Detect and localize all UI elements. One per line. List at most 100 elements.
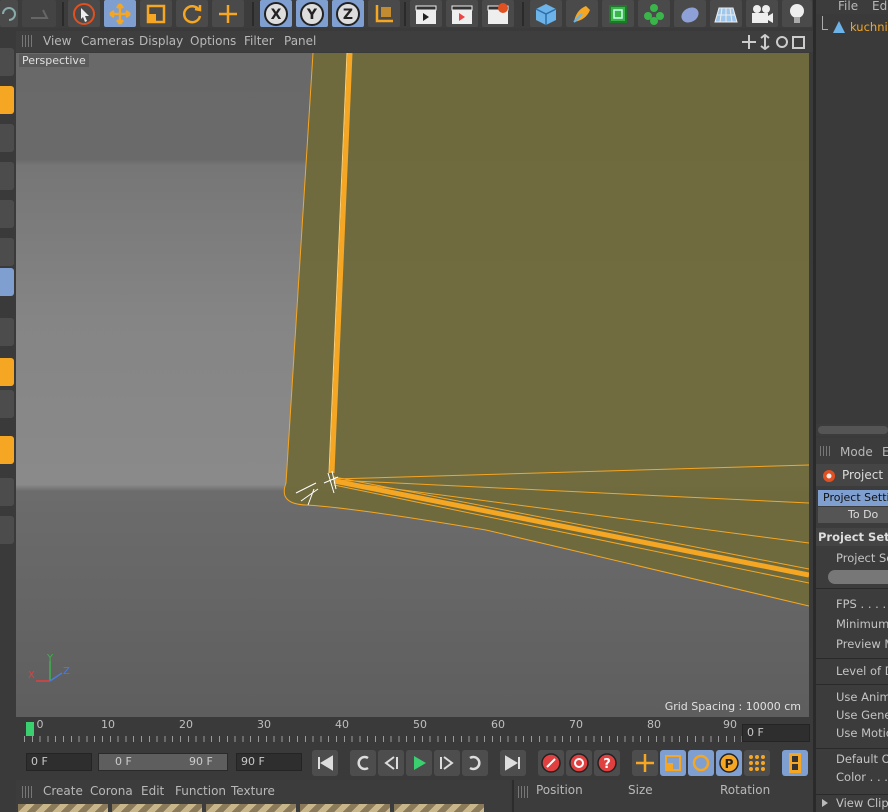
object-icon	[833, 21, 845, 33]
coordinate-system-button[interactable]	[368, 0, 400, 27]
prev-key-button[interactable]	[350, 750, 376, 776]
menu-panel[interactable]: Panel	[284, 31, 316, 51]
timeline-window-button[interactable]	[782, 750, 808, 776]
tab-project-settings[interactable]: Project Settin	[818, 490, 888, 506]
timeline-cursor[interactable]	[26, 722, 34, 736]
material-swatch[interactable]	[206, 804, 296, 812]
menu-display[interactable]: Display	[139, 31, 183, 51]
help-icon: ?	[597, 753, 617, 773]
timeline-tick: 40	[335, 718, 349, 731]
light-button[interactable]	[782, 0, 812, 27]
menu-filter[interactable]: Filter	[244, 31, 274, 51]
floor-button[interactable]	[710, 0, 742, 27]
locked-workplane-button[interactable]	[0, 436, 14, 464]
render-picture-viewer-button[interactable]	[446, 0, 478, 27]
project-scale-field[interactable]	[828, 570, 888, 584]
tweak-mode-button[interactable]	[0, 318, 14, 346]
range-right-label: 90 F	[189, 755, 213, 768]
key-position-button[interactable]	[632, 750, 658, 776]
timeline[interactable]: 0 10 20 30 40 50 60 70 80 90 0 F	[16, 718, 813, 746]
next-key-button[interactable]	[462, 750, 488, 776]
menu-texture[interactable]: Texture	[231, 781, 275, 801]
add-move-button[interactable]	[212, 0, 244, 27]
attr-row-view-clipping[interactable]: View Clippi	[836, 796, 888, 810]
material-swatch[interactable]	[394, 804, 484, 812]
horizontal-scrollbar[interactable]	[818, 426, 888, 434]
viewport[interactable]: Perspective Grid Spacing : 10000 cm Y X …	[16, 53, 809, 717]
goto-end-button[interactable]	[500, 750, 526, 776]
x-axis-button[interactable]: X	[260, 0, 292, 27]
next-frame-button[interactable]	[434, 750, 460, 776]
rotate-tool-button[interactable]	[176, 0, 208, 27]
cube-icon	[535, 3, 557, 25]
size-header: Size	[628, 783, 653, 797]
attr-divider	[816, 588, 888, 589]
axis-mode-button[interactable]	[0, 238, 14, 266]
move-tool-button[interactable]	[104, 0, 136, 27]
key-pla-button[interactable]	[744, 750, 770, 776]
x-axis-icon: X	[264, 1, 288, 26]
play-button[interactable]	[406, 750, 432, 776]
menu-create[interactable]: Create	[43, 781, 83, 801]
uv-mode-button[interactable]	[0, 200, 14, 228]
start-frame-field[interactable]: 0 F	[26, 753, 92, 771]
model-mode-button[interactable]	[0, 48, 14, 76]
goto-start-button[interactable]	[312, 750, 338, 776]
points-mode-button[interactable]	[0, 86, 14, 114]
y-axis-button[interactable]: Y	[296, 0, 328, 27]
menu-options[interactable]: Options	[190, 31, 236, 51]
key-scale-button[interactable]	[660, 750, 686, 776]
goto-end-icon	[505, 755, 520, 771]
undo-button[interactable]	[0, 0, 18, 27]
edges-mode-button[interactable]	[0, 124, 14, 152]
record-keys-button[interactable]	[538, 750, 564, 776]
soft-selection-button[interactable]	[0, 478, 14, 506]
deformer-button[interactable]	[674, 0, 706, 27]
key-rotation-button[interactable]	[688, 750, 714, 776]
material-swatch[interactable]	[18, 804, 108, 812]
scale-icon	[665, 755, 681, 771]
scale-tool-button[interactable]	[140, 0, 172, 27]
menu-function[interactable]: Function	[175, 781, 226, 801]
attr-row-level-of-detail: Level of D	[836, 664, 888, 678]
menu-mode[interactable]: Mode	[840, 442, 873, 462]
menu-view[interactable]: View	[43, 31, 71, 51]
pen-tool-button[interactable]	[566, 0, 598, 27]
camera-button[interactable]	[746, 0, 778, 27]
add-cube-button[interactable]	[530, 0, 562, 27]
workplane-button[interactable]	[0, 390, 14, 418]
subdivision-surface-button[interactable]	[602, 0, 634, 27]
polygons-mode-button[interactable]	[0, 162, 14, 190]
object-name[interactable]: kuchnia	[850, 20, 888, 34]
cloner-button[interactable]	[638, 0, 670, 27]
keyframe-selection-button[interactable]: ?	[594, 750, 620, 776]
redo-button[interactable]	[22, 0, 56, 27]
expand-arrow-icon[interactable]	[820, 798, 830, 808]
tab-todo[interactable]: To Do	[818, 507, 888, 523]
snap-button[interactable]	[0, 358, 14, 386]
menu-edit[interactable]: E	[882, 442, 888, 462]
edit-render-settings-button[interactable]	[482, 0, 514, 27]
goto-start-icon	[318, 755, 333, 771]
object-mode-button[interactable]	[0, 268, 14, 296]
material-swatch[interactable]	[300, 804, 390, 812]
menu-cameras[interactable]: Cameras	[81, 31, 134, 51]
menu-edit[interactable]: Edit	[141, 781, 164, 801]
live-selection-button[interactable]	[68, 0, 100, 27]
frame-range-slider[interactable]: 0 F 90 F	[98, 753, 228, 771]
attr-row-use-motion: Use Motic	[836, 726, 888, 740]
render-view-icon	[415, 5, 437, 24]
sculpt-button[interactable]	[0, 516, 14, 544]
z-axis-button[interactable]: Z	[332, 0, 364, 27]
autokey-icon	[569, 753, 589, 773]
current-frame-field[interactable]: 0 F	[742, 724, 810, 742]
material-swatch[interactable]	[112, 804, 202, 812]
render-view-button[interactable]	[410, 0, 442, 27]
end-frame-field[interactable]: 90 F	[236, 753, 302, 771]
menu-corona[interactable]: Corona	[90, 781, 133, 801]
autokey-button[interactable]	[566, 750, 592, 776]
viewport-nav-icons[interactable]	[742, 34, 808, 50]
key-parameter-button[interactable]: P	[716, 750, 742, 776]
prev-frame-button[interactable]	[378, 750, 404, 776]
y-axis-icon: Y	[300, 1, 324, 26]
